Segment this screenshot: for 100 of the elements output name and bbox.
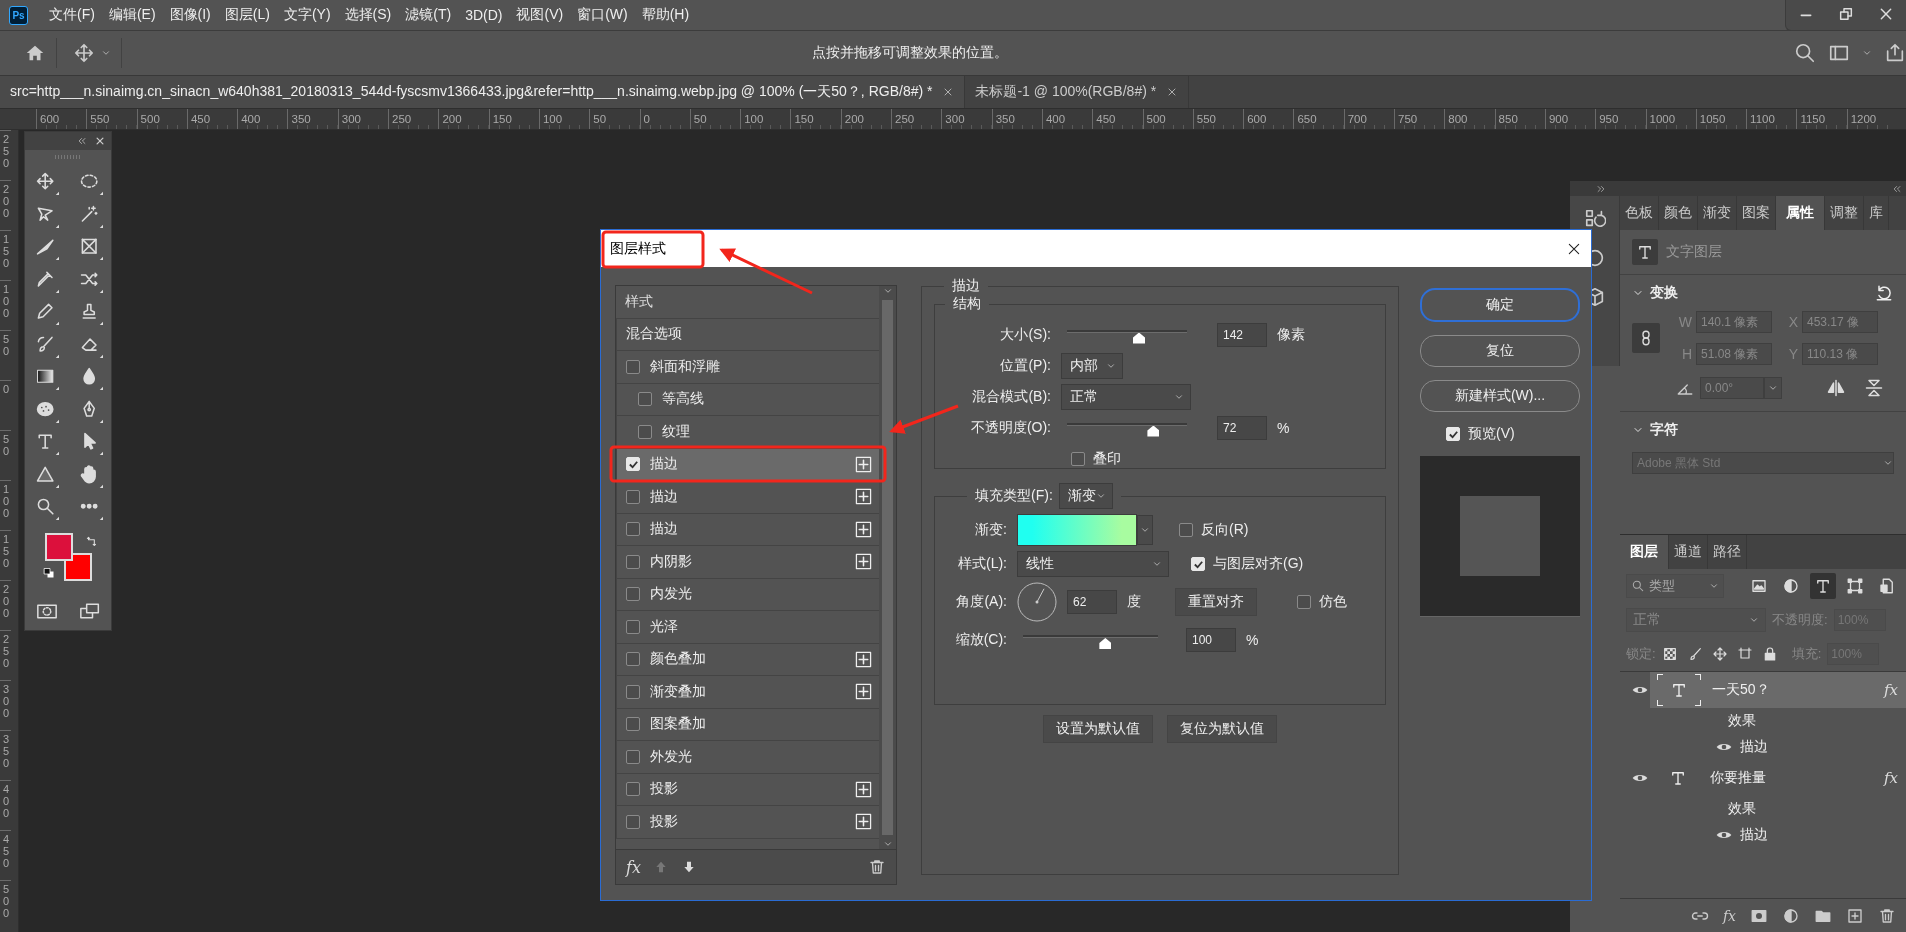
checkbox[interactable] [626,717,640,732]
slider-thumb[interactable] [1099,638,1112,649]
add-icon[interactable] [855,553,872,571]
style-item[interactable]: 渐变叠加 [616,676,879,709]
style-item[interactable]: 投影 [616,773,879,806]
style-item[interactable]: 等高线 [616,383,879,416]
panel-tab[interactable]: 路径 [1708,535,1747,569]
collapse-icon[interactable] [77,136,87,146]
position-dropdown[interactable]: 内部 [1061,352,1123,379]
checkbox[interactable] [626,554,640,569]
trash-icon[interactable] [1878,907,1896,925]
style-item[interactable]: 图案叠加 [616,708,879,741]
style-item[interactable]: 斜面和浮雕 [616,351,879,384]
dialog-button[interactable]: 复位 [1420,335,1580,367]
scrollbar[interactable] [879,286,896,849]
style-item[interactable]: 纹理 [616,416,879,449]
flip-horizontal-icon[interactable] [1826,378,1846,398]
number-field[interactable]: 72 [1217,415,1267,440]
hand-icon[interactable] [79,463,103,488]
menu-item[interactable]: 文字(Y) [276,6,338,24]
close-icon[interactable] [95,136,105,146]
add-style-button[interactable]: fx [1722,908,1736,924]
panel-tab[interactable]: 调整 [1825,196,1864,230]
checkbox[interactable] [638,392,652,407]
panel-tab[interactable]: 库 [1864,196,1889,230]
reset-icon[interactable] [1874,283,1894,303]
expand-icon[interactable] [1596,183,1606,194]
checkbox[interactable] [626,749,640,764]
panel-tab[interactable]: 渐变 [1698,196,1737,230]
search-icon[interactable] [1794,42,1816,64]
default-colors-icon[interactable] [43,566,55,579]
menu-item[interactable]: 视图(V) [509,6,571,24]
gradient-swatch[interactable] [1017,514,1137,546]
menu-item[interactable]: 滤镜(T) [398,6,459,24]
dialog-button[interactable]: 新建样式(W)... [1420,380,1580,412]
half-circle-icon[interactable] [1782,907,1800,925]
style-item[interactable]: 描边 [616,481,879,514]
filter-dropdown[interactable]: 类型 [1626,574,1724,598]
checkbox[interactable] [1071,451,1085,466]
trash-icon[interactable] [868,858,886,876]
magic-wand-icon[interactable] [79,203,103,228]
add-icon[interactable] [855,455,872,473]
document-tab[interactable]: src=http___n.sinaimg.cn_sinacn_w640h381_20180313_544d-fyscsmv1366433.jpg&refer=http___n.sinaimg.webp.jpg @ 100% (一天50？, RGB/8#) * [0,76,966,108]
style-item[interactable]: 颜色叠加 [616,643,879,676]
checkbox[interactable] [626,359,640,374]
add-icon[interactable] [855,520,872,538]
add-icon[interactable] [855,488,872,506]
panel-tab[interactable]: 通道 [1669,535,1708,569]
zoom-icon[interactable] [35,496,59,521]
number-field[interactable]: 62 [1067,590,1117,614]
effects-badge[interactable]: fx [1884,769,1898,787]
angle-dial[interactable] [1017,582,1057,622]
checkbox[interactable] [626,522,640,537]
type-icon[interactable] [35,431,59,456]
menu-item[interactable]: 窗口(W) [570,6,635,24]
app-logo[interactable]: Ps [9,5,28,25]
fill-type-dropdown[interactable]: 渐变 [1058,483,1113,509]
checkbox[interactable] [1179,523,1193,537]
new-layer-icon[interactable] [1846,907,1864,925]
menu-item[interactable]: 图像(I) [162,6,218,24]
share-icon[interactable] [1884,42,1906,64]
frame-icon[interactable] [79,236,103,261]
checkbox[interactable] [626,684,640,699]
style-item[interactable]: 内发光 [616,578,879,611]
menu-item[interactable]: 帮助(H) [634,6,697,24]
checkbox[interactable] [626,814,640,829]
style-item[interactable]: 描边 [616,513,879,546]
style-item[interactable]: 投影 [616,806,879,839]
defaults-button[interactable]: 设置为默认值 [1043,715,1153,743]
dialog-button[interactable]: 确定 [1420,288,1580,322]
checkbox[interactable] [626,489,640,504]
menu-item[interactable]: 3D(D) [458,7,510,23]
defaults-button[interactable]: 复位为默认值 [1167,715,1277,743]
style-dropdown[interactable]: 线性 [1017,551,1169,577]
checkbox[interactable] [626,652,640,667]
filter-button[interactable] [1810,573,1836,599]
menu-item[interactable]: 选择(S) [337,6,399,24]
layer-row[interactable]: 你要推量 fx [1650,760,1906,796]
flip-vertical-icon[interactable] [1864,378,1884,398]
mask-icon[interactable] [1750,907,1768,925]
checkbox[interactable] [626,782,640,797]
history-icon[interactable] [1583,208,1606,230]
move-icon[interactable] [35,171,59,196]
collapse-icon[interactable] [1892,183,1902,194]
slider-thumb[interactable] [1133,332,1145,344]
style-item[interactable]: 光泽 [616,611,879,644]
panel-tab[interactable]: 图层 [1620,535,1669,569]
number-field[interactable]: 142 [1217,322,1267,347]
add-icon[interactable] [855,683,872,701]
checkbox[interactable] [626,587,640,602]
checker-icon[interactable] [1661,646,1678,662]
pencil-icon[interactable] [35,301,59,326]
reset-alignment-button[interactable]: 重置对齐 [1175,588,1257,616]
menu-item[interactable]: 图层(L) [217,6,277,24]
style-item[interactable]: 内阴影 [616,546,879,579]
swap-arrows-icon[interactable] [85,534,99,549]
panel-tab[interactable]: 色板 [1620,196,1659,230]
checkbox[interactable] [1297,595,1311,609]
slider-thumb[interactable] [1147,425,1160,437]
artboard-icon[interactable] [1736,646,1753,662]
